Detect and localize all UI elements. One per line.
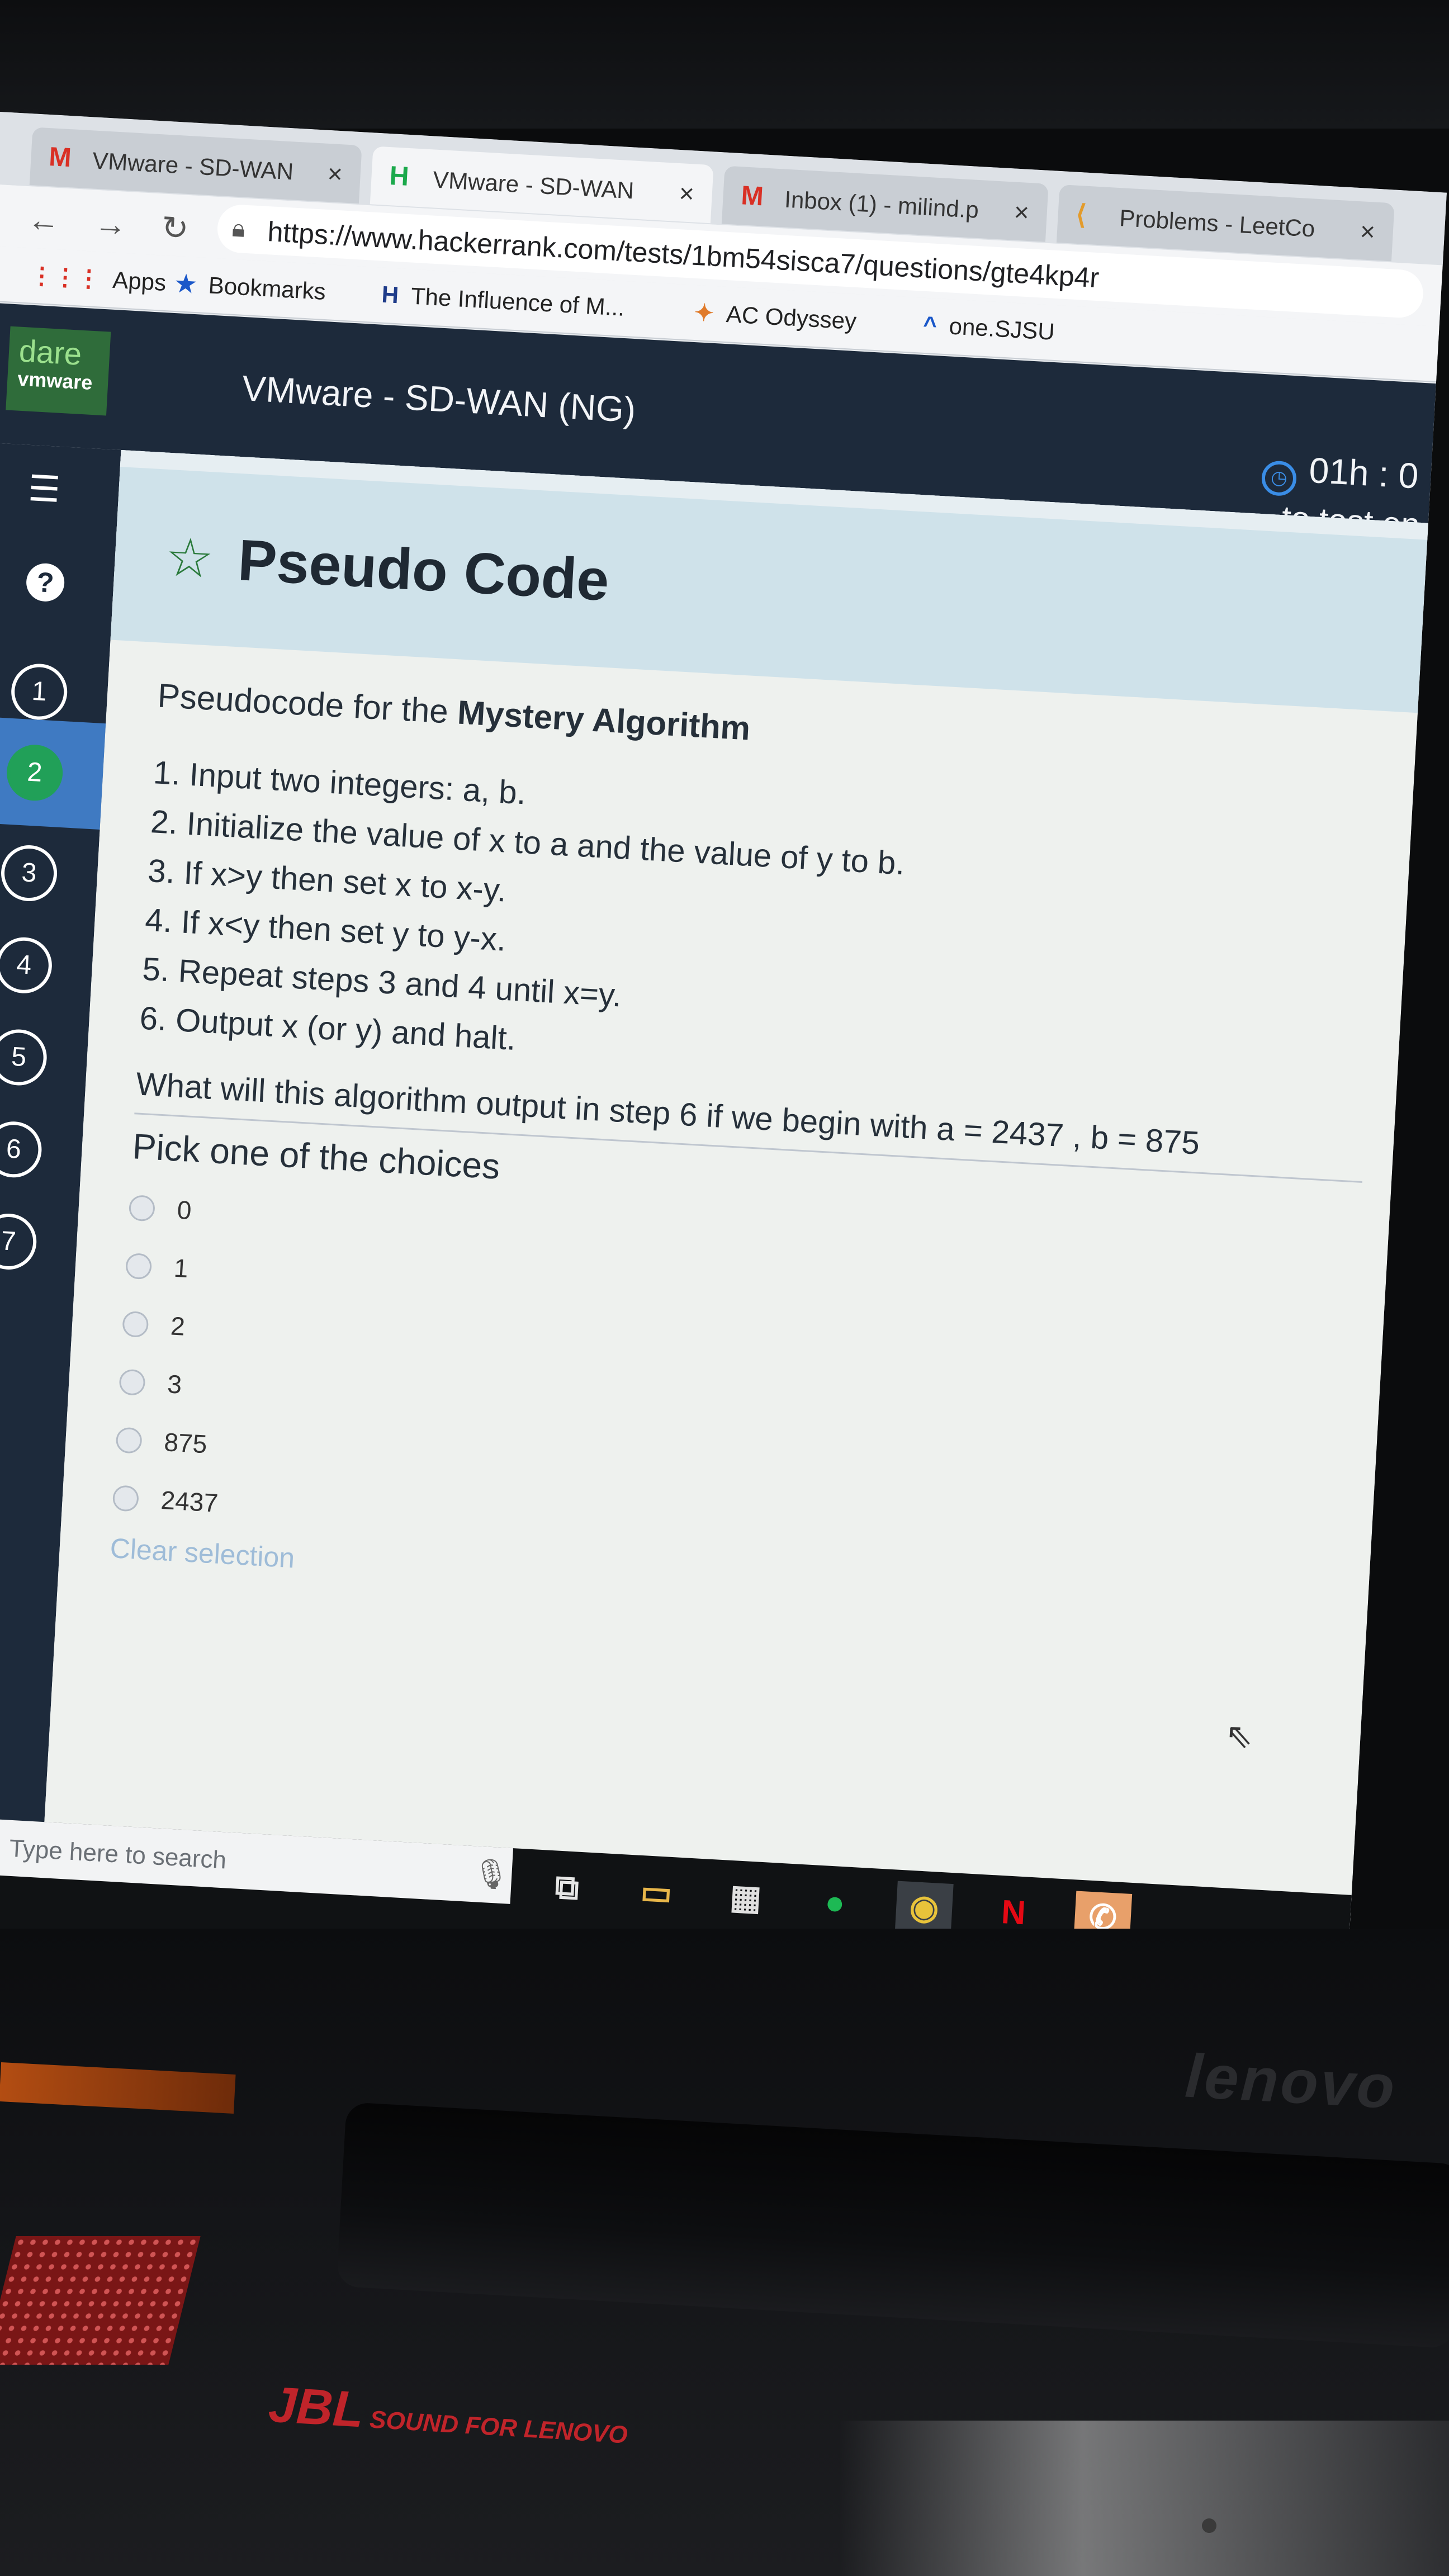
- test-title: VMware - SD-WAN (NG): [241, 368, 637, 430]
- mouse-cursor-icon: ⇖: [1224, 1716, 1254, 1755]
- radio-button[interactable]: [125, 1252, 153, 1280]
- back-arrow-icon[interactable]: ←: [26, 201, 61, 240]
- timer-value: 01h : 0: [1308, 449, 1420, 496]
- choice-list: 0 1 2 3 875 2437: [111, 1178, 1358, 1595]
- question-title: Pseudo Code: [236, 528, 611, 614]
- tab-title: VMware - SD-WAN: [92, 147, 295, 185]
- radio-button[interactable]: [122, 1310, 149, 1338]
- desk-glare: [839, 2421, 1449, 2576]
- lenovo-logo: lenovo: [1183, 2041, 1399, 2122]
- question-nav-5[interactable]: 5: [0, 1027, 49, 1087]
- forward-arrow-icon[interactable]: →: [93, 205, 128, 244]
- tab-title: Inbox (1) - milind.p: [784, 186, 980, 223]
- radio-button[interactable]: [115, 1427, 143, 1454]
- help-icon[interactable]: ?: [25, 562, 65, 603]
- question-nav-7[interactable]: 7: [0, 1212, 38, 1271]
- chrome-icon[interactable]: ◉: [894, 1881, 954, 1935]
- bookmark-one-sjsu[interactable]: ^ one.SJSU: [922, 311, 1055, 345]
- question-nav-3[interactable]: 3: [0, 844, 59, 903]
- store-icon[interactable]: ▦: [716, 1871, 775, 1924]
- sjsu-icon: ^: [922, 311, 938, 339]
- file-explorer-icon[interactable]: ▭: [627, 1866, 686, 1919]
- bookmark-bookmarks[interactable]: ★ Bookmarks: [174, 269, 326, 305]
- jbl-brand-text: JBL: [267, 2376, 366, 2438]
- hackerrank-icon: H: [389, 161, 410, 192]
- bookmark-label: one.SJSU: [948, 312, 1055, 345]
- gmail-icon: M: [740, 181, 765, 212]
- bookmark-star-icon[interactable]: ☆: [164, 525, 215, 591]
- question-nav-1[interactable]: 1: [10, 662, 69, 722]
- microphone-icon[interactable]: 🎙︎: [472, 1856, 510, 1892]
- intro-text: Pseudocode for the: [157, 676, 459, 731]
- game-icon: ✦: [693, 299, 715, 326]
- tab-title: Problems - LeetCo: [1119, 205, 1316, 242]
- logo-vmware-text: vmware: [17, 367, 93, 394]
- tab-title: VMware - SD-WAN: [432, 166, 635, 204]
- radio-button[interactable]: [128, 1194, 156, 1222]
- speaker-grille: [0, 2236, 201, 2365]
- bookmark-label: The Influence of M...: [410, 282, 626, 321]
- problem-statement: Pseudocode for the Mystery Algorithm 1. …: [109, 676, 1386, 1632]
- question-nav-4[interactable]: 4: [0, 936, 54, 995]
- choice-label: 2437: [160, 1485, 219, 1518]
- choice-label: 875: [163, 1427, 208, 1459]
- task-view-icon[interactable]: ⧉: [538, 1861, 596, 1914]
- close-tab-icon[interactable]: ×: [678, 178, 695, 209]
- list-menu-icon[interactable]: ☰: [27, 467, 61, 511]
- close-tab-icon[interactable]: ×: [1360, 216, 1376, 247]
- logo-dare-text: dare: [18, 333, 83, 372]
- choice-label: 0: [176, 1195, 192, 1225]
- laptop-screen: M VMware - SD-WAN × H VMware - SD-WAN × …: [0, 112, 1447, 2102]
- monitor-bezel-top: [0, 0, 1449, 129]
- gmail-icon: M: [48, 142, 73, 173]
- choice-label: 2: [169, 1311, 186, 1341]
- spotify-icon[interactable]: ●: [806, 1876, 864, 1929]
- leetcode-icon: ⟨: [1075, 200, 1087, 230]
- shield-icon: H: [381, 281, 400, 309]
- bookmark-label: Apps: [112, 266, 167, 296]
- question-panel: ☆ Pseudo Code Pseudocode for the Mystery…: [36, 450, 1428, 2030]
- choice-label: 3: [167, 1369, 183, 1399]
- apps-grid-icon: ⋮⋮⋮: [29, 262, 101, 292]
- choice-label: 1: [173, 1253, 190, 1283]
- lock-icon: 🔒︎: [231, 214, 246, 243]
- close-tab-icon[interactable]: ×: [326, 158, 343, 189]
- bookmark-label: AC Odyssey: [725, 301, 858, 335]
- clock-icon: ◷: [1261, 460, 1298, 497]
- bookmark-influence[interactable]: H The Influence of M...: [381, 281, 626, 321]
- bookmark-label: Bookmarks: [207, 272, 326, 305]
- close-tab-icon[interactable]: ×: [1013, 197, 1030, 228]
- power-indicator: [1202, 2518, 1216, 2533]
- bookmark-apps[interactable]: ⋮⋮⋮ Apps: [29, 261, 167, 296]
- reload-icon[interactable]: ↻: [160, 209, 190, 248]
- radio-button[interactable]: [119, 1368, 146, 1396]
- pseudocode-steps: 1. Input two integers: a, b. 2. Initiali…: [138, 748, 1382, 1111]
- question-nav-6[interactable]: 6: [0, 1120, 44, 1179]
- test-timer: ◷ 01h : 0: [1261, 447, 1419, 503]
- bookmark-ac-odyssey[interactable]: ✦ AC Odyssey: [694, 299, 858, 335]
- star-icon: ★: [174, 270, 197, 298]
- intro-bold-text: Mystery Algorithm: [456, 693, 751, 747]
- radio-button[interactable]: [112, 1485, 140, 1512]
- dare-vmware-logo: dare vmware: [6, 326, 111, 416]
- search-placeholder: Type here to search: [8, 1834, 228, 1874]
